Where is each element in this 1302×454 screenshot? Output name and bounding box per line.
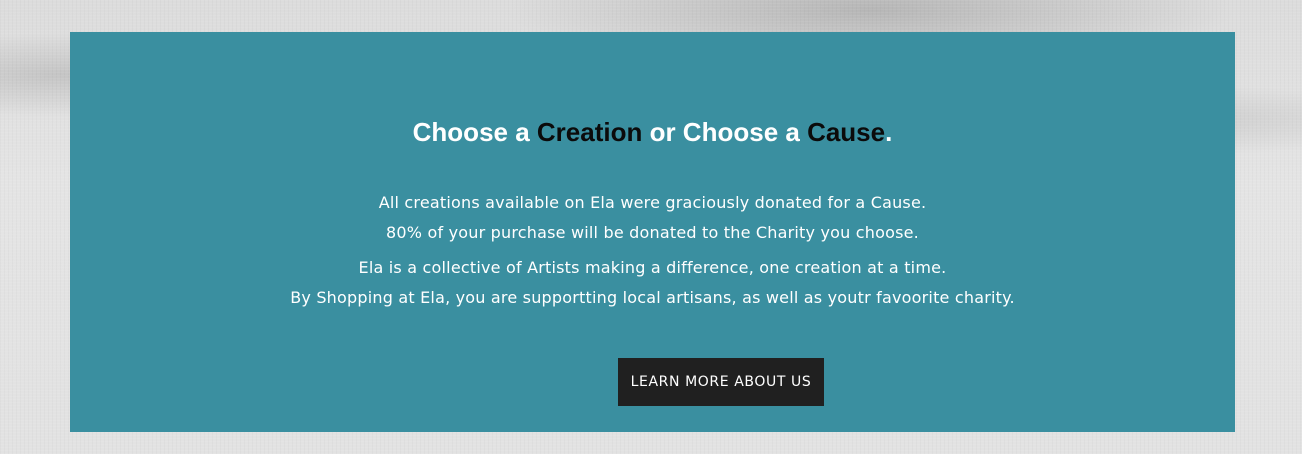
paragraph-line: 80% of your purchase will be donated to … — [386, 223, 919, 242]
paragraph-line: All creations available on Ela were grac… — [378, 193, 927, 212]
learn-more-button[interactable]: LEARN MORE ABOUT US — [618, 358, 824, 406]
headline-text-1: Choose a — [412, 117, 537, 147]
headline-accent-creation: Creation — [536, 117, 643, 147]
paragraph-line: By Shopping at Ela, you are supportting … — [290, 288, 1015, 307]
headline-text-2: or Choose a — [642, 117, 808, 147]
headline-text-3: . — [885, 117, 893, 147]
headline-accent-cause: Cause — [807, 117, 886, 147]
about-panel: Choose a Creation or Choose a Cause. All… — [70, 32, 1235, 432]
section-headline: Choose a Creation or Choose a Cause. — [70, 116, 1235, 148]
paragraph-line: Ela is a collective of Artists making a … — [358, 258, 947, 277]
